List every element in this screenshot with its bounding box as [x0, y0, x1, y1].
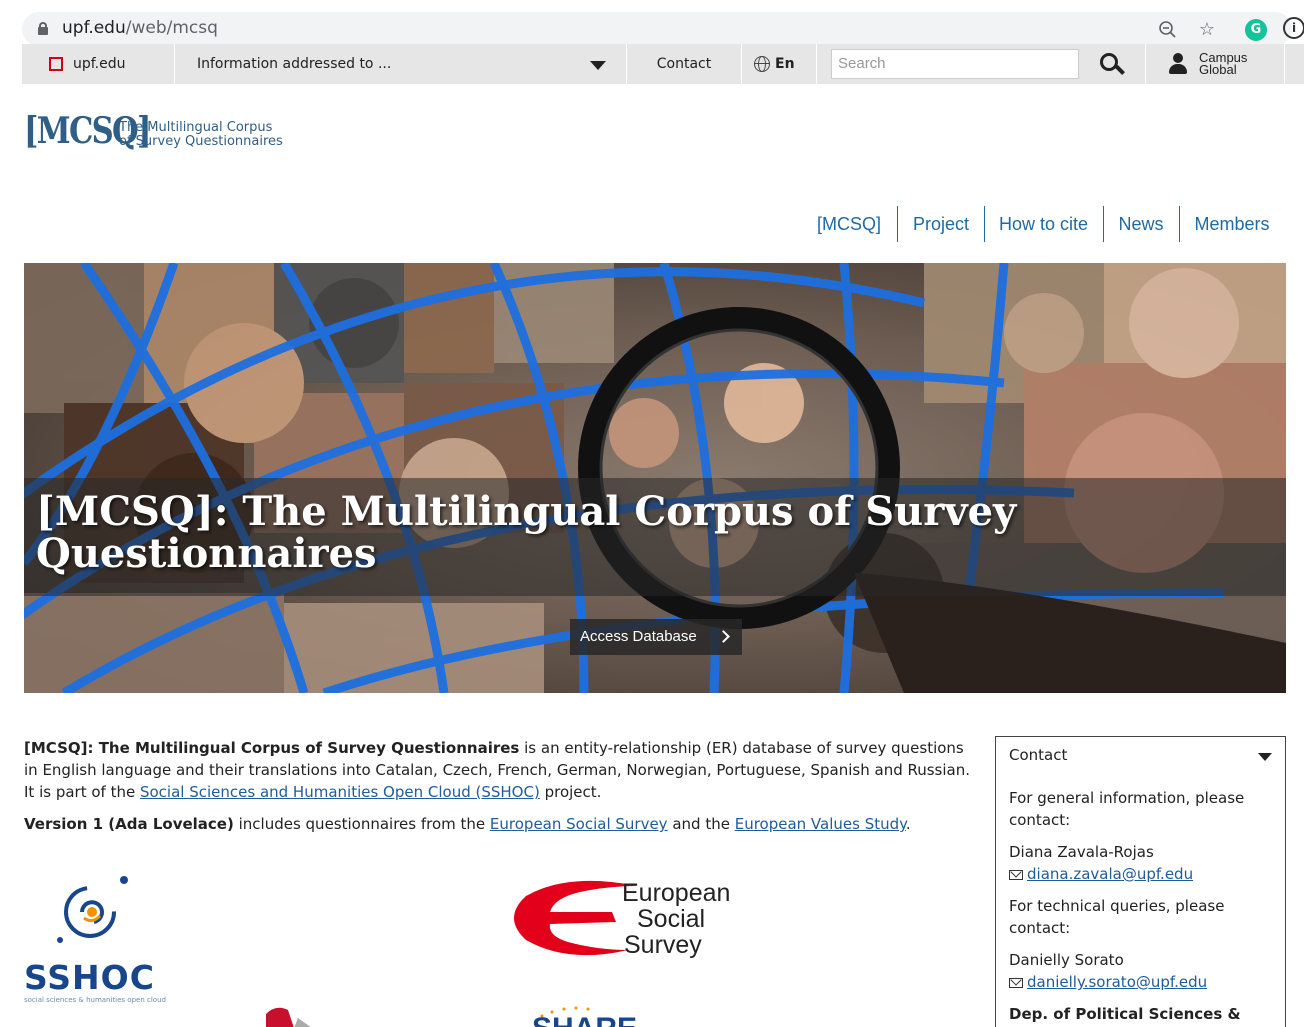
sshoc-link[interactable]: Social Sciences and Humanities Open Clou…: [140, 783, 540, 801]
search-icon: [1098, 52, 1128, 78]
access-database-button[interactable]: Access Database: [570, 619, 742, 655]
campus-global-label[interactable]: Campus Global: [1199, 51, 1247, 76]
contact-panel-title[interactable]: Contact: [1009, 744, 1067, 766]
access-database-label: Access Database: [580, 628, 697, 645]
hero-title: [MCSQ]: The Multilingual Corpus of Surve…: [36, 488, 1017, 577]
mcsq-logo-text[interactable]: The Multilingual Corpus of Survey Questio…: [119, 121, 283, 149]
contact-link[interactable]: Contact: [627, 44, 742, 84]
chevron-right-icon: [717, 630, 730, 643]
contact-person-1: Diana Zavala-Rojas diana.zavala@upf.edu: [1009, 841, 1274, 885]
university-topbar: upf.edu Information addressed to ... Con…: [22, 44, 1304, 84]
sshoc-emblem-icon[interactable]: [52, 872, 132, 952]
version-text-mid: and the: [667, 815, 735, 833]
evs-link[interactable]: European Values Study: [735, 815, 906, 833]
contact-email-link[interactable]: danielly.sorato@upf.edu: [1027, 973, 1207, 991]
contact-panel: Contact For general information, please …: [995, 736, 1286, 1027]
envelope-icon: [1009, 870, 1023, 880]
contact-email-link[interactable]: diana.zavala@upf.edu: [1027, 865, 1193, 883]
star-bookmark-icon[interactable]: ☆: [1197, 20, 1217, 40]
caret-down-icon[interactable]: [1258, 753, 1272, 761]
share-wordmark: SHARE: [532, 1012, 637, 1027]
version-bold: Version 1 (Ada Lovelace): [24, 815, 234, 833]
nav-separator: [897, 206, 898, 242]
nav-item-news[interactable]: News: [1110, 206, 1172, 242]
caret-down-icon[interactable]: [590, 61, 606, 70]
share-logo-partial[interactable]: SHARE: [522, 1004, 672, 1027]
nav-separator: [1103, 206, 1104, 242]
intro-text-end: project.: [539, 783, 602, 801]
nav-separator: [1179, 206, 1180, 242]
partner-logo-partial-icon[interactable]: [264, 1004, 314, 1027]
version-paragraph: Version 1 (Ada Lovelace) includes questi…: [24, 813, 974, 835]
department-text: Dep. of Political Sciences &: [1009, 1005, 1241, 1023]
sshoc-wordmark[interactable]: SSHOC: [24, 958, 155, 997]
audience-label: Information addressed to ...: [197, 56, 392, 72]
version-text-end: .: [905, 815, 911, 833]
ess-line1: European: [622, 879, 731, 907]
upf-logo-icon: [49, 57, 63, 71]
zoom-out-icon[interactable]: [1158, 20, 1178, 40]
nav-item-mcsq[interactable]: [MCSQ]: [810, 206, 888, 242]
language-label: En: [775, 56, 795, 72]
url-text[interactable]: upf.edu/web/mcsq: [62, 18, 218, 38]
upf-home-link[interactable]: upf.edu: [22, 44, 175, 84]
contact-link-label: Contact: [656, 56, 712, 72]
general-info-text: For general information, please contact:: [1009, 789, 1245, 829]
audience-dropdown[interactable]: Information addressed to ...: [175, 44, 627, 84]
nav-item-project[interactable]: Project: [903, 206, 979, 242]
extension-info-icon[interactable]: i: [1283, 17, 1304, 39]
ess-line3: Survey: [624, 931, 702, 959]
version-text: includes questionnaires from the: [233, 815, 490, 833]
intro-section: [MCSQ]: The Multilingual Corpus of Surve…: [24, 737, 974, 845]
contact-panel-body: For general information, please contact:…: [1009, 787, 1274, 1027]
upf-home-label: upf.edu: [73, 56, 126, 72]
intro-title-bold: [MCSQ]: The Multilingual Corpus of Surve…: [24, 739, 520, 757]
sshoc-tagline: social sciences & humanities open cloud: [24, 996, 166, 1004]
intro-paragraph: [MCSQ]: The Multilingual Corpus of Surve…: [24, 737, 974, 803]
globe-icon: [754, 56, 770, 72]
nav-item-how-to-cite[interactable]: How to cite: [991, 206, 1096, 242]
ess-wordmark[interactable]: European Social Survey: [622, 880, 730, 958]
envelope-icon: [1009, 978, 1023, 988]
contact-person-2: Danielly Sorato danielly.sorato@upf.edu: [1009, 949, 1274, 993]
search-input[interactable]: Search: [831, 49, 1079, 79]
address-bar[interactable]: upf.edu/web/mcsq ☆: [22, 12, 1292, 46]
hero-banner: [MCSQ]: The Multilingual Corpus of Surve…: [24, 263, 1286, 693]
nav-separator: [984, 206, 985, 242]
nav-item-members[interactable]: Members: [1186, 206, 1278, 242]
ess-line2: Social: [637, 905, 706, 933]
contact-person-name: Danielly Sorato: [1009, 951, 1124, 969]
ess-link[interactable]: European Social Survey: [490, 815, 668, 833]
user-icon: [1168, 53, 1188, 75]
grammarly-icon[interactable]: G: [1245, 19, 1267, 41]
search-button[interactable]: [1082, 44, 1146, 84]
lock-icon: [38, 22, 48, 35]
technical-info-text: For technical queries, please contact:: [1009, 897, 1225, 937]
browser-toolbar: upf.edu/web/mcsq ☆ G i: [0, 0, 1304, 46]
contact-person-name: Diana Zavala-Rojas: [1009, 843, 1154, 861]
